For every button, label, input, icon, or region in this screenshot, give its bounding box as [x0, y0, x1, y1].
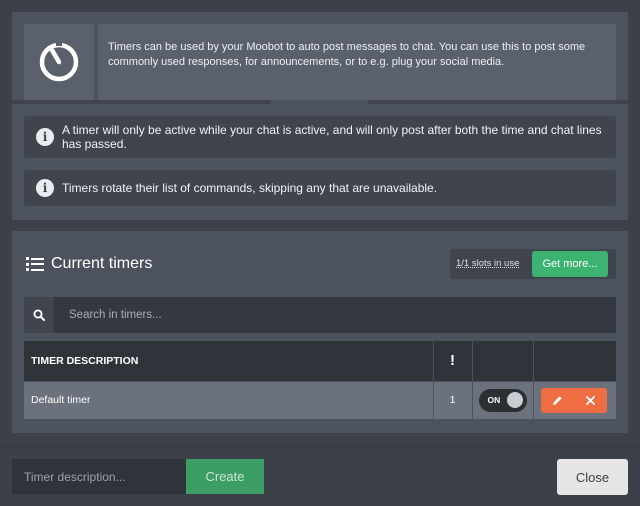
slots-usage[interactable]: 1/1 slots in use [456, 258, 519, 269]
timer-description-cell[interactable]: Default timer [24, 380, 434, 419]
search-bar [24, 297, 616, 333]
slots-box: 1/1 slots in use Get more... [450, 249, 616, 279]
search-icon-box [24, 297, 55, 333]
info-text: A timer will only be active while your c… [62, 122, 602, 152]
info-rotate: i Timers rotate their list of commands, … [24, 170, 616, 206]
intro-description: Timers can be used by your Moobot to aut… [98, 24, 616, 100]
toggle-label: ON [487, 394, 501, 405]
toggle-cell: ON [472, 380, 534, 419]
column-header-actions [533, 341, 616, 381]
timer-icon-box [24, 24, 94, 100]
search-icon [33, 309, 45, 321]
info-icon: i [36, 179, 54, 197]
footer-bar: Create Close [0, 446, 640, 506]
create-button[interactable]: Create [186, 459, 264, 494]
info-text: Timers rotate their list of commands, sk… [62, 180, 438, 195]
column-header-lines[interactable]: ! [433, 341, 473, 381]
timers-panel: Current timers 1/1 slots in use Get more… [12, 231, 628, 433]
timers-title: Current timers [51, 255, 153, 272]
table-row[interactable]: Default timer 1 ON [24, 380, 616, 419]
close-icon [585, 395, 595, 405]
timer-description-input[interactable] [12, 459, 186, 494]
intro-panel: Timers can be used by your Moobot to aut… [12, 12, 628, 220]
search-input[interactable] [55, 297, 616, 333]
get-more-button[interactable]: Get more... [532, 251, 608, 277]
info-icon: i [36, 128, 54, 146]
info-active-chat: i A timer will only be active while your… [24, 116, 616, 158]
edit-button[interactable] [546, 389, 568, 411]
pencil-icon [552, 396, 562, 405]
list-icon [26, 257, 44, 271]
intro-header: Timers can be used by your Moobot to aut… [24, 24, 616, 100]
close-button[interactable]: Close [557, 459, 628, 495]
timer-icon [39, 41, 79, 82]
column-header-description[interactable]: TIMER DESCRIPTION [24, 341, 434, 381]
row-actions [540, 387, 607, 413]
actions-cell [533, 380, 616, 419]
toggle-knob [506, 392, 523, 409]
timer-lines-cell: 1 [433, 380, 473, 419]
delete-button[interactable] [579, 389, 601, 411]
divider [368, 100, 628, 104]
enabled-toggle[interactable]: ON [478, 388, 527, 412]
divider [12, 100, 271, 104]
table-header-row: TIMER DESCRIPTION ! [24, 341, 616, 381]
timers-table: TIMER DESCRIPTION ! Default timer 1 ON [24, 341, 616, 419]
column-header-toggle [472, 341, 534, 381]
timers-heading: Current timers [26, 255, 152, 273]
